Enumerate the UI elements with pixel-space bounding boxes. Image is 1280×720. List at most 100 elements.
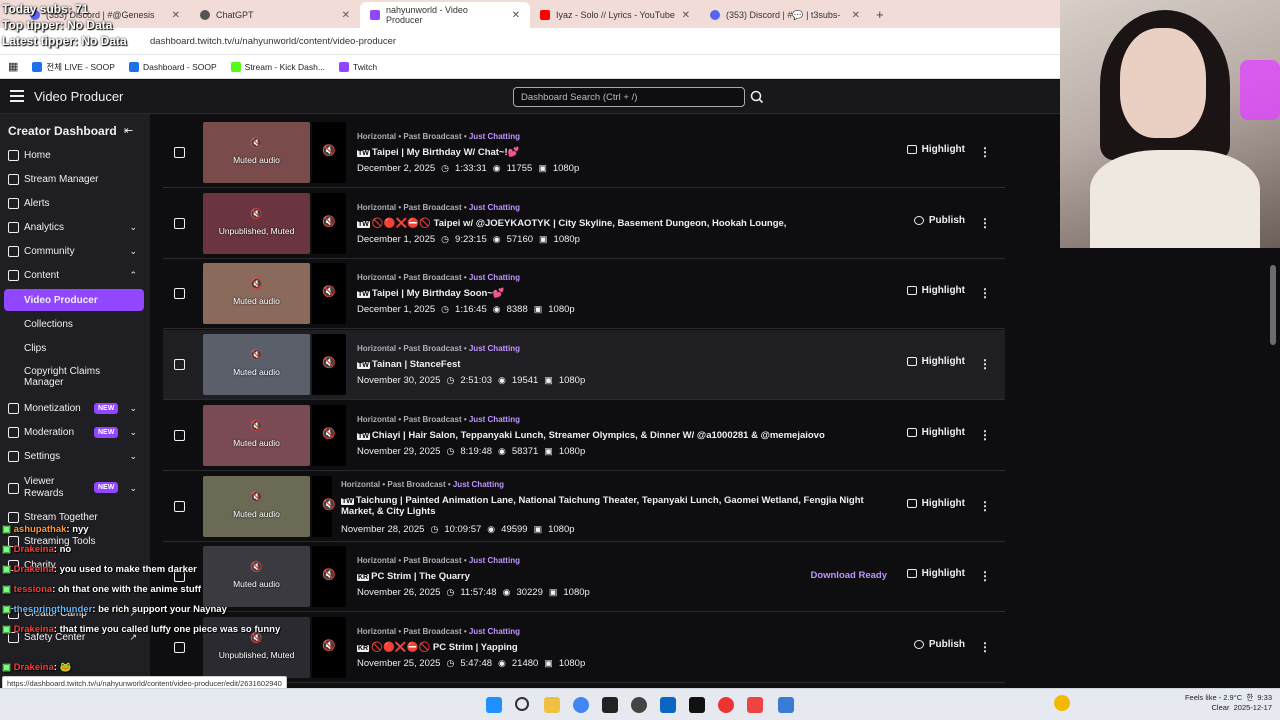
video-title[interactable]: TW Taipei | My Birthday W/ Chat~!💕 bbox=[357, 147, 519, 158]
sidebar-item-monetization[interactable]: Monetization NEW ⌄ bbox=[8, 403, 143, 414]
video-title[interactable]: TW Chiayi | Hair Salon, Teppanyaki Lunch,… bbox=[357, 430, 825, 441]
sidebar-item-video-producer[interactable]: Video Producer bbox=[24, 295, 98, 306]
search-icon[interactable] bbox=[747, 87, 767, 107]
app-icon[interactable] bbox=[778, 697, 794, 713]
dashboard-search-input[interactable]: Dashboard Search (Ctrl + /) bbox=[513, 87, 745, 107]
more-options-icon[interactable]: ⋮ bbox=[979, 428, 991, 442]
close-icon[interactable]: ✕ bbox=[512, 10, 520, 21]
windows-start-icon[interactable] bbox=[486, 697, 502, 713]
bookmark[interactable]: Stream - Kick Dash... bbox=[230, 61, 325, 72]
highlight-button[interactable]: Highlight bbox=[906, 568, 965, 579]
row-checkbox[interactable] bbox=[174, 429, 185, 441]
chrome-icon[interactable] bbox=[573, 697, 589, 713]
more-options-icon[interactable]: ⋮ bbox=[979, 216, 991, 230]
sidebar-item-copyright-claims[interactable]: Copyright Claims Manager bbox=[24, 366, 100, 388]
sidebar-item-home[interactable]: Home bbox=[8, 150, 143, 161]
sidebar-item-content[interactable]: Content ⌃ bbox=[8, 270, 143, 281]
video-row[interactable]: 🔇 Muted audio 🔇 Horizontal • Past Broadcast… bbox=[163, 542, 1005, 613]
vertical-thumbnail[interactable]: 🔇 bbox=[312, 404, 346, 466]
download-ready-link[interactable]: Download Ready bbox=[810, 570, 887, 581]
close-icon[interactable]: ✕ bbox=[172, 10, 180, 21]
video-row[interactable]: 🔇 Unpublished, Muted 🔇 Horizontal • Past Br… bbox=[163, 612, 1005, 683]
app-icon[interactable] bbox=[689, 697, 705, 713]
search-icon[interactable] bbox=[515, 697, 529, 711]
sidebar-item-clips[interactable]: Clips bbox=[24, 343, 46, 354]
vertical-thumbnail[interactable]: 🔇 bbox=[312, 192, 346, 254]
category-link[interactable]: Just Chatting bbox=[469, 556, 520, 565]
video-row[interactable]: 🔇 Muted audio 🔇 Horizontal • Past Broadcast… bbox=[163, 471, 1005, 542]
apps-grid-icon[interactable]: ▦ bbox=[8, 60, 18, 73]
row-checkbox[interactable] bbox=[174, 500, 185, 512]
vertical-thumbnail[interactable]: 🔇 bbox=[312, 334, 346, 396]
browser-tab[interactable]: ChatGPT ✕ bbox=[190, 2, 360, 28]
video-thumbnail[interactable]: 🔇 Muted audio bbox=[203, 263, 310, 325]
app-icon[interactable] bbox=[747, 697, 763, 713]
sidebar-item-alerts[interactable]: Alerts bbox=[8, 198, 143, 209]
close-icon[interactable]: ✕ bbox=[682, 10, 690, 21]
video-thumbnail[interactable]: 🔇 Muted audio bbox=[203, 334, 310, 396]
file-explorer-icon[interactable] bbox=[544, 697, 560, 713]
video-row[interactable]: 🔇 Muted audio 🔇 Horizontal • Past Broadcast… bbox=[163, 259, 1005, 330]
sidebar-item-stream-manager[interactable]: Stream Manager bbox=[8, 174, 143, 185]
video-row[interactable]: 🔇 Unpublished, Muted 🔇 Horizontal • Past Br… bbox=[163, 188, 1005, 259]
more-options-icon[interactable]: ⋮ bbox=[979, 640, 991, 654]
category-link[interactable]: Just Chatting bbox=[469, 203, 520, 212]
category-link[interactable]: Just Chatting bbox=[469, 415, 520, 424]
collapse-icon[interactable]: ⇤ bbox=[124, 124, 133, 137]
row-checkbox[interactable] bbox=[174, 641, 185, 653]
browser-tab[interactable]: (353) Discord | #💬 | t3subs- ✕ bbox=[700, 2, 870, 28]
scrollbar[interactable] bbox=[1270, 265, 1276, 345]
video-title[interactable]: TW 🚫🔴❌⛔🚫 Taipei w/ @JOEYKAOTYK | City Sky… bbox=[357, 218, 786, 229]
highlight-button[interactable]: Highlight bbox=[906, 427, 965, 438]
more-options-icon[interactable]: ⋮ bbox=[979, 286, 991, 300]
video-thumbnail[interactable]: 🔇 Muted audio bbox=[203, 404, 310, 466]
close-icon[interactable]: ✕ bbox=[342, 10, 350, 21]
sidebar-item-community[interactable]: Community ⌄ bbox=[8, 246, 143, 257]
browser-tab[interactable]: Iyaz - Solo // Lyrics - YouTube ✕ bbox=[530, 2, 700, 28]
sidebar-item-settings[interactable]: Settings ⌄ bbox=[8, 451, 143, 462]
vertical-thumbnail[interactable]: 🔇 bbox=[312, 475, 336, 537]
browser-tab-active[interactable]: nahyunworld - Video Producer ✕ bbox=[360, 2, 530, 28]
highlight-button[interactable]: Highlight bbox=[906, 144, 965, 155]
category-link[interactable]: Just Chatting bbox=[453, 480, 504, 489]
publish-button[interactable]: Publish bbox=[913, 639, 965, 650]
more-options-icon[interactable]: ⋮ bbox=[979, 569, 991, 583]
publish-button[interactable]: Publish bbox=[913, 215, 965, 226]
bookmark[interactable]: Twitch bbox=[338, 61, 377, 72]
sidebar-item-stream-together[interactable]: Stream Together bbox=[8, 512, 143, 523]
highlight-button[interactable]: Highlight bbox=[906, 356, 965, 367]
category-link[interactable]: Just Chatting bbox=[469, 627, 520, 636]
new-tab-button[interactable]: + bbox=[876, 7, 884, 22]
video-thumbnail[interactable]: 🔇 Muted audio bbox=[203, 546, 310, 608]
video-title[interactable]: TW Tainan | StanceFest bbox=[357, 359, 460, 370]
vertical-thumbnail[interactable]: 🔇 bbox=[312, 263, 346, 325]
vertical-thumbnail[interactable]: 🔇 bbox=[312, 122, 346, 183]
row-checkbox[interactable] bbox=[174, 359, 185, 371]
sidebar-item-moderation[interactable]: Moderation NEW ⌄ bbox=[8, 427, 143, 438]
row-checkbox[interactable] bbox=[174, 217, 185, 229]
video-thumbnail[interactable]: 🔇 Unpublished, Muted bbox=[203, 192, 310, 254]
chrome-icon[interactable] bbox=[718, 697, 734, 713]
highlight-button[interactable]: Highlight bbox=[906, 498, 965, 509]
sidebar-item-viewer-rewards[interactable]: Viewer Rewards NEW ⌄ bbox=[8, 476, 143, 500]
video-thumbnail[interactable]: 🔇 Muted audio bbox=[203, 122, 310, 183]
obs-icon[interactable] bbox=[602, 697, 618, 713]
app-icon[interactable] bbox=[660, 697, 676, 713]
video-title[interactable]: TW Taipei | My Birthday Soon~💕 bbox=[357, 288, 505, 299]
system-tray[interactable]: Feels like - 2.9°C 한 9:33 Clear 2025-12-… bbox=[1185, 693, 1272, 713]
vertical-thumbnail[interactable]: 🔇 bbox=[312, 616, 346, 678]
bookmark[interactable]: 전체 LIVE - SOOP bbox=[32, 61, 115, 73]
video-title[interactable]: KR 🚫🔴❌⛔🚫 PC Strim | Yapping bbox=[357, 642, 518, 653]
more-options-icon[interactable]: ⋮ bbox=[979, 499, 991, 513]
vertical-thumbnail[interactable]: 🔇 bbox=[312, 546, 346, 608]
video-thumbnail[interactable]: 🔇 Muted audio bbox=[203, 475, 310, 537]
sidebar-item-collections[interactable]: Collections bbox=[24, 319, 73, 330]
address-bar[interactable]: dashboard.twitch.tv/u/nahyunworld/conten… bbox=[0, 28, 1060, 55]
row-checkbox[interactable] bbox=[174, 288, 185, 300]
row-checkbox[interactable] bbox=[174, 147, 185, 158]
menu-icon[interactable] bbox=[10, 90, 24, 102]
category-link[interactable]: Just Chatting bbox=[469, 132, 520, 141]
category-link[interactable]: Just Chatting bbox=[469, 273, 520, 282]
highlight-button[interactable]: Highlight bbox=[906, 285, 965, 296]
video-title[interactable]: KR PC Strim | The Quarry bbox=[357, 571, 470, 582]
